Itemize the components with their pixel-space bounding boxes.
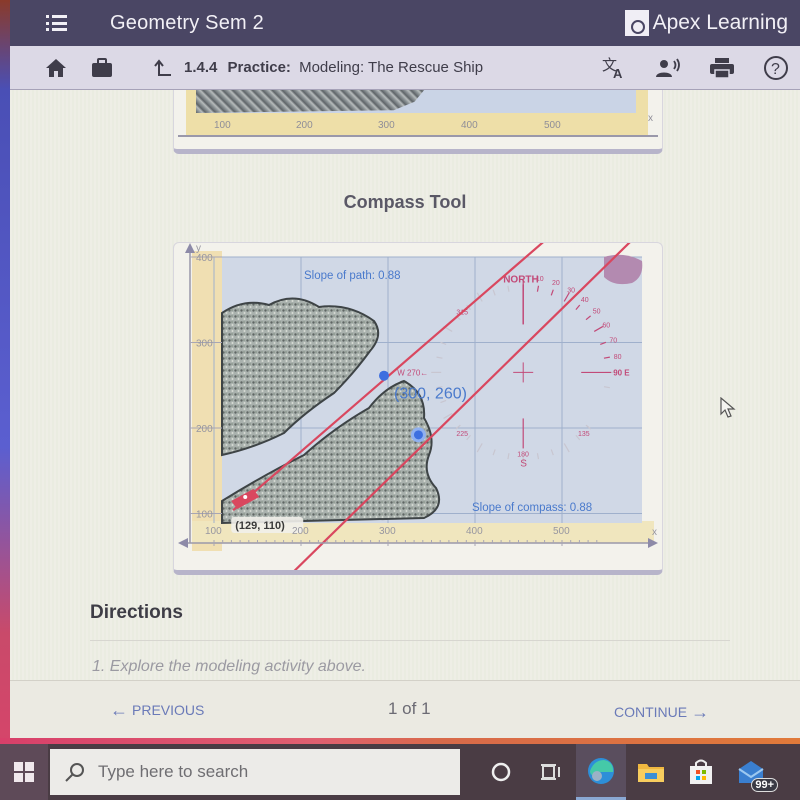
y-tick-label: 400	[196, 253, 213, 264]
slope-of-compass-label: Slope of compass: 0.88	[472, 502, 592, 514]
south-label: S	[520, 458, 527, 469]
edge-icon[interactable]	[576, 744, 626, 800]
x-axis-label: x	[648, 113, 653, 124]
apex-logo-icon	[624, 10, 649, 36]
compass-degree-label: 60	[602, 322, 610, 329]
compass-degree-label: 70	[609, 338, 617, 345]
start-button[interactable]	[0, 744, 48, 800]
app-header: Geometry Sem 2 Apex Learning	[10, 0, 800, 46]
translate-icon[interactable]: 文A	[600, 55, 628, 81]
svg-text:A: A	[613, 66, 623, 80]
arrow-left-icon: ←	[110, 700, 128, 720]
lesson-toolbar: 1.4.4 Practice: Modeling: The Rescue Shi…	[10, 46, 800, 90]
compass-tool-title: Compass Tool	[343, 192, 467, 212]
x-axis	[178, 135, 658, 137]
monitor-bezel	[0, 0, 10, 745]
mouse-cursor-icon	[720, 397, 736, 418]
x-tick-label: 300	[378, 120, 395, 131]
path-point-handle[interactable]	[379, 370, 389, 381]
arrow-right-icon: →	[691, 702, 710, 722]
help-icon[interactable]: ?	[762, 55, 790, 81]
brand-name: Apex Learning	[652, 11, 788, 34]
map-island	[196, 90, 426, 113]
east-label: 90 E	[613, 368, 630, 377]
page-indicator: 1 of 1	[388, 699, 431, 718]
taskbar: Type here to search 99+	[0, 744, 800, 800]
previous-label: PREVIOUS	[132, 702, 205, 718]
menu-icon[interactable]	[46, 15, 68, 31]
y-tick-label: 200	[196, 424, 213, 435]
lesson-number: 1.4.4	[184, 59, 218, 76]
compass-degree-label: 30	[567, 287, 575, 294]
mail-badge: 99+	[751, 778, 778, 792]
compass-degree-label: 225	[456, 431, 468, 438]
west-label: W 270←	[397, 368, 428, 377]
continue-label: CONTINUE	[614, 704, 688, 720]
y-axis-arrow	[185, 243, 195, 253]
task-view-icon[interactable]	[526, 744, 576, 800]
search-placeholder: Type here to search	[98, 762, 249, 781]
ship-window	[243, 494, 248, 499]
x-tick-label: 100	[205, 526, 222, 537]
y-tick-label: 300	[196, 339, 213, 350]
course-title: Geometry Sem 2	[110, 11, 264, 34]
north-label: NORTH	[503, 274, 539, 285]
compass-tool-panel: 1020304050607080315225135NORTH90 E180SW …	[173, 242, 663, 575]
x-tick-label: 400	[466, 526, 483, 537]
slope-of-path-label: Slope of path: 0.88	[304, 270, 401, 282]
cortana-icon[interactable]	[476, 744, 526, 800]
direction-item: 1. Explore the modeling activity above.	[92, 658, 366, 675]
lesson-kind: Practice:	[227, 59, 291, 76]
lesson-content: 100 200 300 400 500 x Compass Tool 10 20…	[10, 90, 800, 680]
lesson-title: 1.4.4 Practice: Modeling: The Rescue Shi…	[184, 59, 483, 76]
compass-degree-label: 40	[581, 297, 589, 304]
south-degree-label: 180	[517, 451, 529, 458]
previous-button[interactable]: ← PREVIOUS	[110, 701, 204, 719]
x-tick-label: 100	[214, 120, 231, 131]
x-axis-arrow-left	[178, 538, 188, 548]
y-tick-label: 100	[196, 510, 213, 521]
store-icon[interactable]	[676, 744, 726, 800]
read-aloud-icon[interactable]	[654, 55, 682, 81]
directions-heading: Directions	[90, 602, 183, 623]
home-icon[interactable]	[44, 57, 68, 79]
x-tick-label: 300	[379, 526, 396, 537]
x-tick-label: 400	[461, 120, 478, 131]
continue-button[interactable]: CONTINUE →	[614, 703, 709, 721]
compass-degree-label: 80	[614, 354, 622, 361]
taskbar-search[interactable]: Type here to search	[50, 749, 460, 795]
compass-map[interactable]: 1020304050607080315225135NORTH90 E180SW …	[174, 243, 663, 575]
compass-degree-label: 20	[552, 280, 560, 287]
compass-center-handle[interactable]	[410, 427, 426, 443]
print-icon[interactable]	[708, 55, 736, 81]
brand: Apex Learning	[624, 10, 788, 36]
divider	[90, 640, 730, 641]
svg-text:?: ?	[771, 61, 780, 78]
y-axis-band	[192, 251, 222, 551]
windows-logo-icon	[14, 762, 34, 782]
search-icon	[65, 763, 84, 782]
previous-map-panel: 100 200 300 400 500 x	[173, 90, 663, 154]
compass-degree-label: 50	[593, 309, 601, 316]
x-tick-label: 200	[296, 120, 313, 131]
briefcase-icon[interactable]	[90, 57, 114, 79]
up-level-icon[interactable]	[152, 57, 174, 79]
mail-icon[interactable]: 99+	[726, 744, 778, 800]
lesson-name: Modeling: The Rescue Ship	[299, 59, 484, 76]
x-tick-label: 500	[544, 120, 561, 131]
y-axis-label: y	[196, 243, 201, 254]
path-point-label: (300, 260)	[394, 386, 467, 403]
compass-degree-label: 135	[578, 431, 590, 438]
file-explorer-icon[interactable]	[626, 744, 676, 800]
northeast-island	[604, 254, 643, 285]
x-axis-label: x	[652, 527, 657, 538]
lesson-footer: ← PREVIOUS 1 of 1 CONTINUE →	[10, 680, 800, 738]
x-tick-label: 200	[292, 526, 309, 537]
x-tick-label: 500	[553, 526, 570, 537]
svg-text:(129, 110): (129, 110)	[235, 520, 285, 532]
